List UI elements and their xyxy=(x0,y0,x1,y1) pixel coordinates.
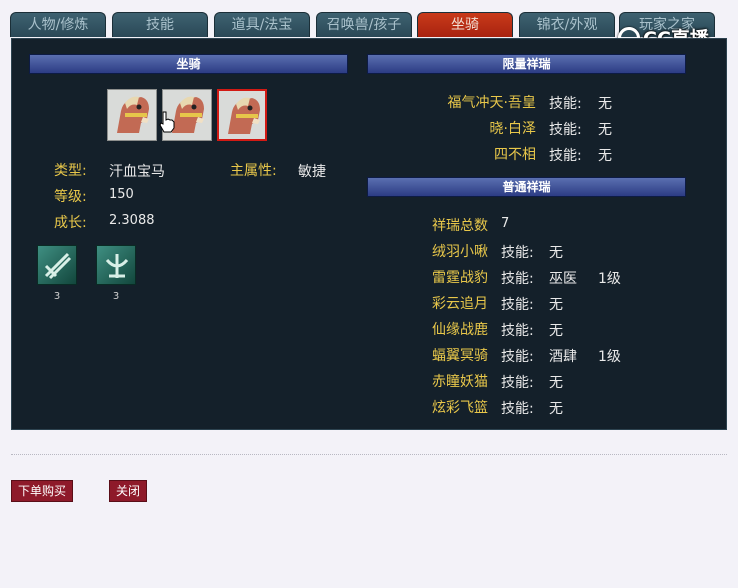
limited-section-header: 限量祥瑞 xyxy=(367,54,686,74)
common-skill-label: 技能: xyxy=(501,297,534,313)
common-name: 炫彩飞篮 xyxy=(432,400,488,416)
common-skill-level: 1级 xyxy=(598,349,621,365)
growth-value: 2.3088 xyxy=(109,213,155,228)
limited-skill-value: 无 xyxy=(598,96,612,112)
skill-count: 3 xyxy=(53,291,61,302)
common-skill-label: 技能: xyxy=(501,401,534,417)
limited-name: 晓·白泽 xyxy=(489,121,536,137)
tab-outfits[interactable]: 锦衣/外观 xyxy=(519,12,615,37)
common-name: 赤瞳妖猫 xyxy=(432,374,488,390)
mount-section-header: 坐骑 xyxy=(29,54,348,74)
divider xyxy=(11,454,727,455)
horse-icon xyxy=(117,96,149,133)
close-button[interactable]: 关闭 xyxy=(109,480,147,502)
common-skill-value: 无 xyxy=(549,245,563,261)
mount-slot-1[interactable] xyxy=(107,89,157,141)
common-name: 彩云追月 xyxy=(432,296,488,312)
limited-skill-value: 无 xyxy=(598,148,612,164)
common-name: 仙缘战鹿 xyxy=(432,322,488,338)
common-skill-value: 无 xyxy=(549,401,563,417)
mount-slot-3-selected[interactable] xyxy=(217,89,267,141)
common-skill-value: 酒肆 xyxy=(549,349,577,365)
common-skill-label: 技能: xyxy=(501,349,534,365)
tab-character[interactable]: 人物/修炼 xyxy=(10,12,106,37)
common-total-value: 7 xyxy=(501,216,510,231)
mount-skill-icon-1[interactable] xyxy=(37,245,77,285)
main-attribute-value: 敏捷 xyxy=(298,164,326,180)
common-skill-label: 技能: xyxy=(501,245,534,261)
skill-glyph-icon xyxy=(105,254,129,278)
common-skill-value: 无 xyxy=(549,323,563,339)
type-label: 类型: xyxy=(54,163,87,179)
limited-skill-label: 技能: xyxy=(549,122,582,138)
limited-skill-label: 技能: xyxy=(549,96,582,112)
type-value: 汗血宝马 xyxy=(109,164,165,180)
tab-mounts[interactable]: 坐骑 xyxy=(417,12,513,37)
common-name: 蝠翼冥骑 xyxy=(432,348,488,364)
limited-skill-label: 技能: xyxy=(549,148,582,164)
common-skill-value: 无 xyxy=(549,375,563,391)
skill-count: 3 xyxy=(112,291,120,302)
buy-button[interactable]: 下单购买 xyxy=(11,480,73,502)
hand-cursor-icon xyxy=(159,111,175,133)
common-skill-value: 无 xyxy=(549,297,563,313)
horse-icon xyxy=(228,97,260,134)
limited-skill-value: 无 xyxy=(598,122,612,138)
common-section-header: 普通祥瑞 xyxy=(367,177,686,197)
common-name: 雷霆战豹 xyxy=(432,270,488,286)
tab-summons[interactable]: 召唤兽/孩子 xyxy=(316,12,412,37)
tab-bar: 人物/修炼 技能 道具/法宝 召唤兽/孩子 坐骑 锦衣/外观 玩家之家 xyxy=(10,12,720,38)
tab-skills[interactable]: 技能 xyxy=(112,12,208,37)
tab-items[interactable]: 道具/法宝 xyxy=(214,12,310,37)
common-skill-level: 1级 xyxy=(598,271,621,287)
common-skill-label: 技能: xyxy=(501,323,534,339)
growth-label: 成长: xyxy=(54,215,87,231)
skill-glyph-icon xyxy=(44,252,72,280)
common-skill-value: 巫医 xyxy=(549,271,577,287)
level-label: 等级: xyxy=(54,189,87,205)
common-skill-label: 技能: xyxy=(501,271,534,287)
mount-skill-icon-2[interactable] xyxy=(96,245,136,285)
mount-panel: 坐骑 限量祥瑞 普通祥瑞 类型: 汗血宝马 主属性: 敏捷 等级: 150 成长… xyxy=(11,38,727,430)
common-total-label: 祥瑞总数 xyxy=(432,218,488,234)
limited-name: 四不相 xyxy=(494,147,536,163)
limited-name: 福气冲天·吾皇 xyxy=(447,95,536,111)
common-skill-label: 技能: xyxy=(501,375,534,391)
level-value: 150 xyxy=(109,187,134,202)
main-attribute-label: 主属性: xyxy=(230,163,277,179)
common-name: 绒羽小啾 xyxy=(432,244,488,260)
